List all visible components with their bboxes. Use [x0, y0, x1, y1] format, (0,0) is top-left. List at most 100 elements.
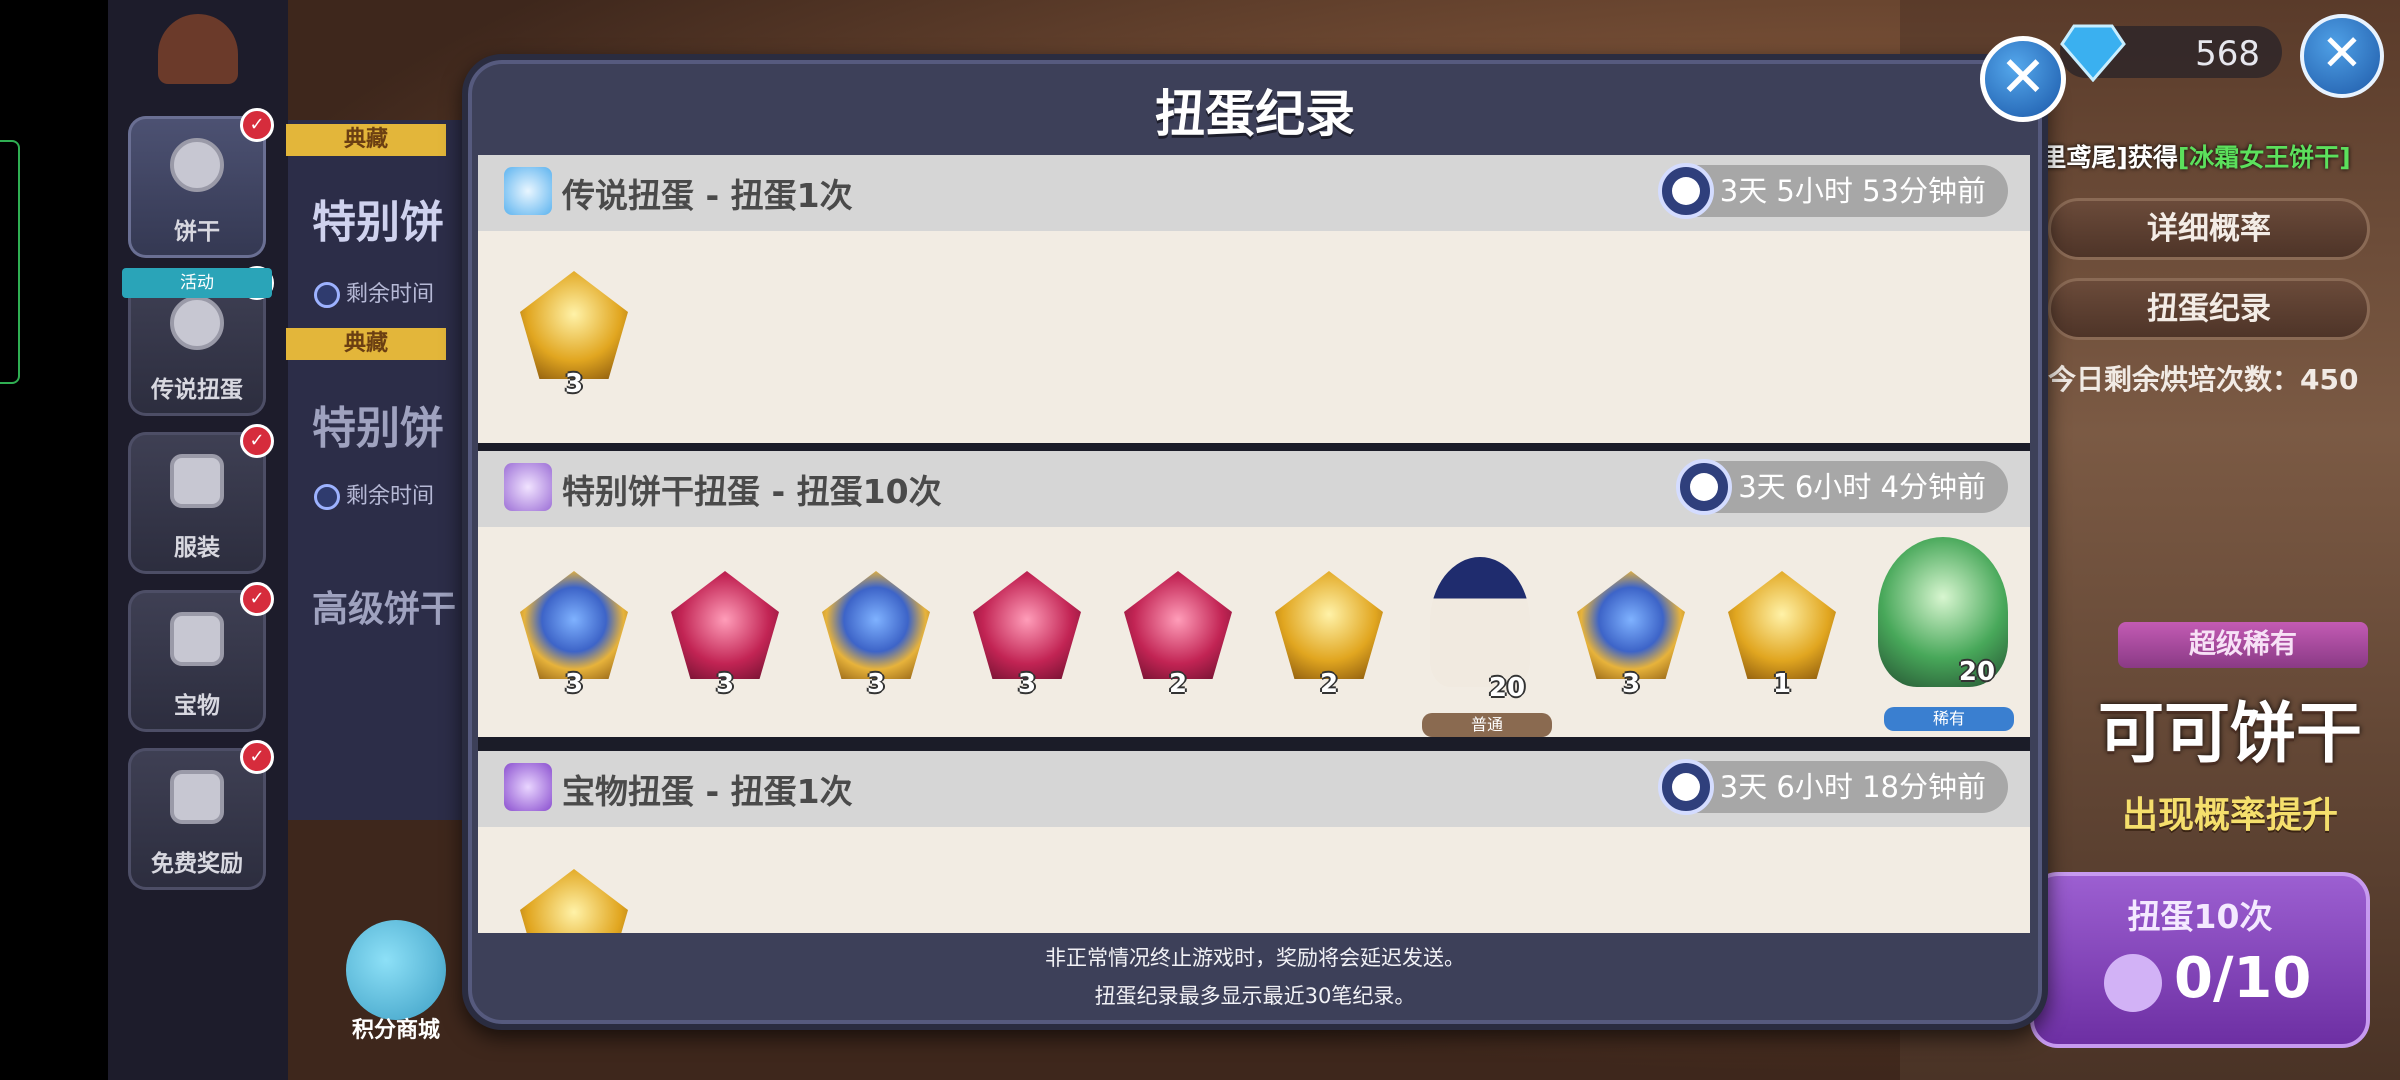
banner-tag: 典藏: [286, 328, 446, 360]
points-shop-icon: [346, 920, 446, 1020]
check-badge-icon: ✓: [240, 582, 274, 616]
record-header: 传说扭蛋 - 扭蛋1次 3天 5小时 53分钟前: [478, 155, 2030, 231]
cookie-icon: [170, 138, 224, 192]
modal-title: 扭蛋纪录: [1155, 85, 1355, 143]
modal-footer-note: 非正常情况终止游戏时，奖励将会延迟发送。: [1045, 946, 1465, 970]
home-oven-icon[interactable]: [158, 14, 238, 84]
reward-count: 3: [1017, 669, 1037, 699]
banner-title[interactable]: 高级饼干: [312, 580, 456, 632]
reward-item[interactable]: 3: [816, 565, 936, 699]
rate-up-label: 出现概率提升: [2122, 795, 2339, 836]
points-shop-label: 积分商城: [351, 1018, 440, 1043]
cookie-token-icon: [2104, 954, 2162, 1012]
soulstone-icon: [671, 571, 779, 679]
sidebar-item-cookies[interactable]: 饼干 ✓: [128, 108, 274, 258]
reward-count: 2: [1319, 669, 1339, 699]
reward-count: 20: [1488, 673, 1526, 703]
sidebar-item-label: 服装: [174, 535, 220, 561]
sidebar-item-label: 传说扭蛋: [151, 377, 243, 403]
soulstone-icon: [520, 571, 628, 679]
gacha-10-button[interactable]: 扭蛋10次 0/10: [2030, 872, 2370, 1048]
soulstone-icon: [1275, 571, 1383, 679]
modal-footer-note: 扭蛋纪录最多显示最近30笔纪录。: [1094, 984, 1416, 1008]
banner-title[interactable]: 特别饼: [312, 186, 444, 250]
record-title: 特别饼干扭蛋 - 扭蛋10次: [562, 472, 942, 511]
reward-cookie[interactable]: 20 普通: [1412, 547, 1552, 737]
treasure-icon: [520, 869, 628, 933]
snowflake-icon: [504, 167, 552, 215]
close-gacha-button[interactable]: ✕: [2300, 14, 2384, 98]
legend-gacha-icon: [170, 296, 224, 350]
reward-item[interactable]: 1: [1722, 565, 1842, 699]
check-badge-icon: ✓: [240, 424, 274, 458]
record-entry: 宝物扭蛋 - 扭蛋1次 3天 6小时 18分钟前: [478, 751, 2030, 933]
reward-item[interactable]: [514, 863, 634, 933]
soulstone-gold-icon: [520, 271, 628, 379]
detail-rate-button[interactable]: 详细概率: [2048, 198, 2370, 260]
treasure-icon: [170, 612, 224, 666]
reward-count: 3: [715, 669, 735, 699]
event-tag: 活动: [122, 268, 272, 298]
sidebar-item-treasure[interactable]: 宝物 ✓: [128, 582, 274, 732]
record-entry: 特别饼干扭蛋 - 扭蛋10次 3天 6小时 4分钟前 3 3 3 3 2 2 2…: [478, 451, 2030, 743]
clock-icon: [1676, 459, 1733, 515]
soulstone-icon: [973, 571, 1081, 679]
close-icon: ✕: [1999, 45, 2047, 110]
gacha-10-count: 0/10: [2174, 946, 2312, 1011]
modal-close-button[interactable]: ✕: [1980, 36, 2066, 122]
sidebar-item-label: 宝物: [174, 693, 220, 719]
banner-remaining-time: 剩余时间: [314, 276, 434, 308]
reward-count: 20: [1958, 657, 1996, 687]
record-entry: 传说扭蛋 - 扭蛋1次 3天 5小时 53分钟前 3: [478, 155, 2030, 445]
gacha-record-button[interactable]: 扭蛋纪录: [2048, 278, 2370, 340]
banner-remaining-time: 剩余时间: [314, 478, 434, 510]
record-time: 3天 5小时 53分钟前: [1657, 163, 2008, 219]
reward-count: 3: [564, 369, 584, 399]
record-list[interactable]: 传说扭蛋 - 扭蛋1次 3天 5小时 53分钟前 3 特别饼干扭蛋 - 扭蛋10…: [478, 155, 2030, 933]
check-badge-icon: ✓: [240, 740, 274, 774]
reward-count: 3: [866, 669, 886, 699]
gem-icon: [2060, 24, 2126, 83]
rarity-tag: 普通: [1422, 713, 1552, 737]
gacha-10-label: 扭蛋10次: [2127, 897, 2273, 936]
banner-title[interactable]: 特别饼: [312, 392, 444, 456]
costume-icon: [170, 454, 224, 508]
reward-item[interactable]: 3: [967, 565, 1087, 699]
reward-item[interactable]: 3: [514, 565, 634, 699]
points-shop-button[interactable]: 积分商城: [336, 920, 456, 1043]
record-title: 传说扭蛋 - 扭蛋1次: [562, 176, 853, 215]
record-title: 宝物扭蛋 - 扭蛋1次: [562, 772, 853, 811]
soulstone-icon: [822, 571, 930, 679]
soulstone-icon: [1577, 571, 1685, 679]
gift-icon: [170, 770, 224, 824]
reward-item[interactable]: 2: [1118, 565, 1238, 699]
check-badge-icon: ✓: [240, 108, 274, 142]
record-items: 3 3 3 3 2 2 20 普通 3 1 20 稀有: [478, 527, 2030, 737]
sidebar-item-label: 免费奖励: [151, 851, 243, 877]
reward-item[interactable]: 3: [1571, 565, 1691, 699]
banner-tag: 典藏: [286, 124, 446, 156]
record-items: [478, 827, 2030, 933]
rarity-badge: 超级稀有: [2118, 622, 2368, 668]
reward-item[interactable]: 3: [665, 565, 785, 699]
record-header: 特别饼干扭蛋 - 扭蛋10次 3天 6小时 4分钟前: [478, 451, 2030, 527]
clock-icon: [314, 282, 340, 308]
reward-item[interactable]: 2: [1269, 565, 1389, 699]
record-time: 3天 6小时 18分钟前: [1657, 759, 2008, 815]
sidebar-item-free-reward[interactable]: 免费奖励 ✓: [128, 740, 274, 890]
record-items: 3: [478, 231, 2030, 443]
edge-indicator: [0, 140, 20, 384]
record-header: 宝物扭蛋 - 扭蛋1次 3天 6小时 18分钟前: [478, 751, 2030, 827]
sidebar-item-costume[interactable]: 服装 ✓: [128, 424, 274, 574]
clock-icon: [1657, 163, 1714, 219]
rarity-tag: 稀有: [1884, 707, 2014, 731]
reward-cookie[interactable]: 20 稀有: [1862, 531, 2022, 737]
soulstone-icon: [1728, 571, 1836, 679]
reward-count: 3: [1621, 669, 1641, 699]
reward-count: 2: [1168, 669, 1188, 699]
reward-item[interactable]: 3: [514, 265, 634, 399]
reward-count: 1: [1772, 669, 1792, 699]
clock-icon: [314, 484, 340, 510]
soulstone-icon: [1124, 571, 1232, 679]
record-time: 3天 6小时 4分钟前: [1676, 459, 2008, 515]
